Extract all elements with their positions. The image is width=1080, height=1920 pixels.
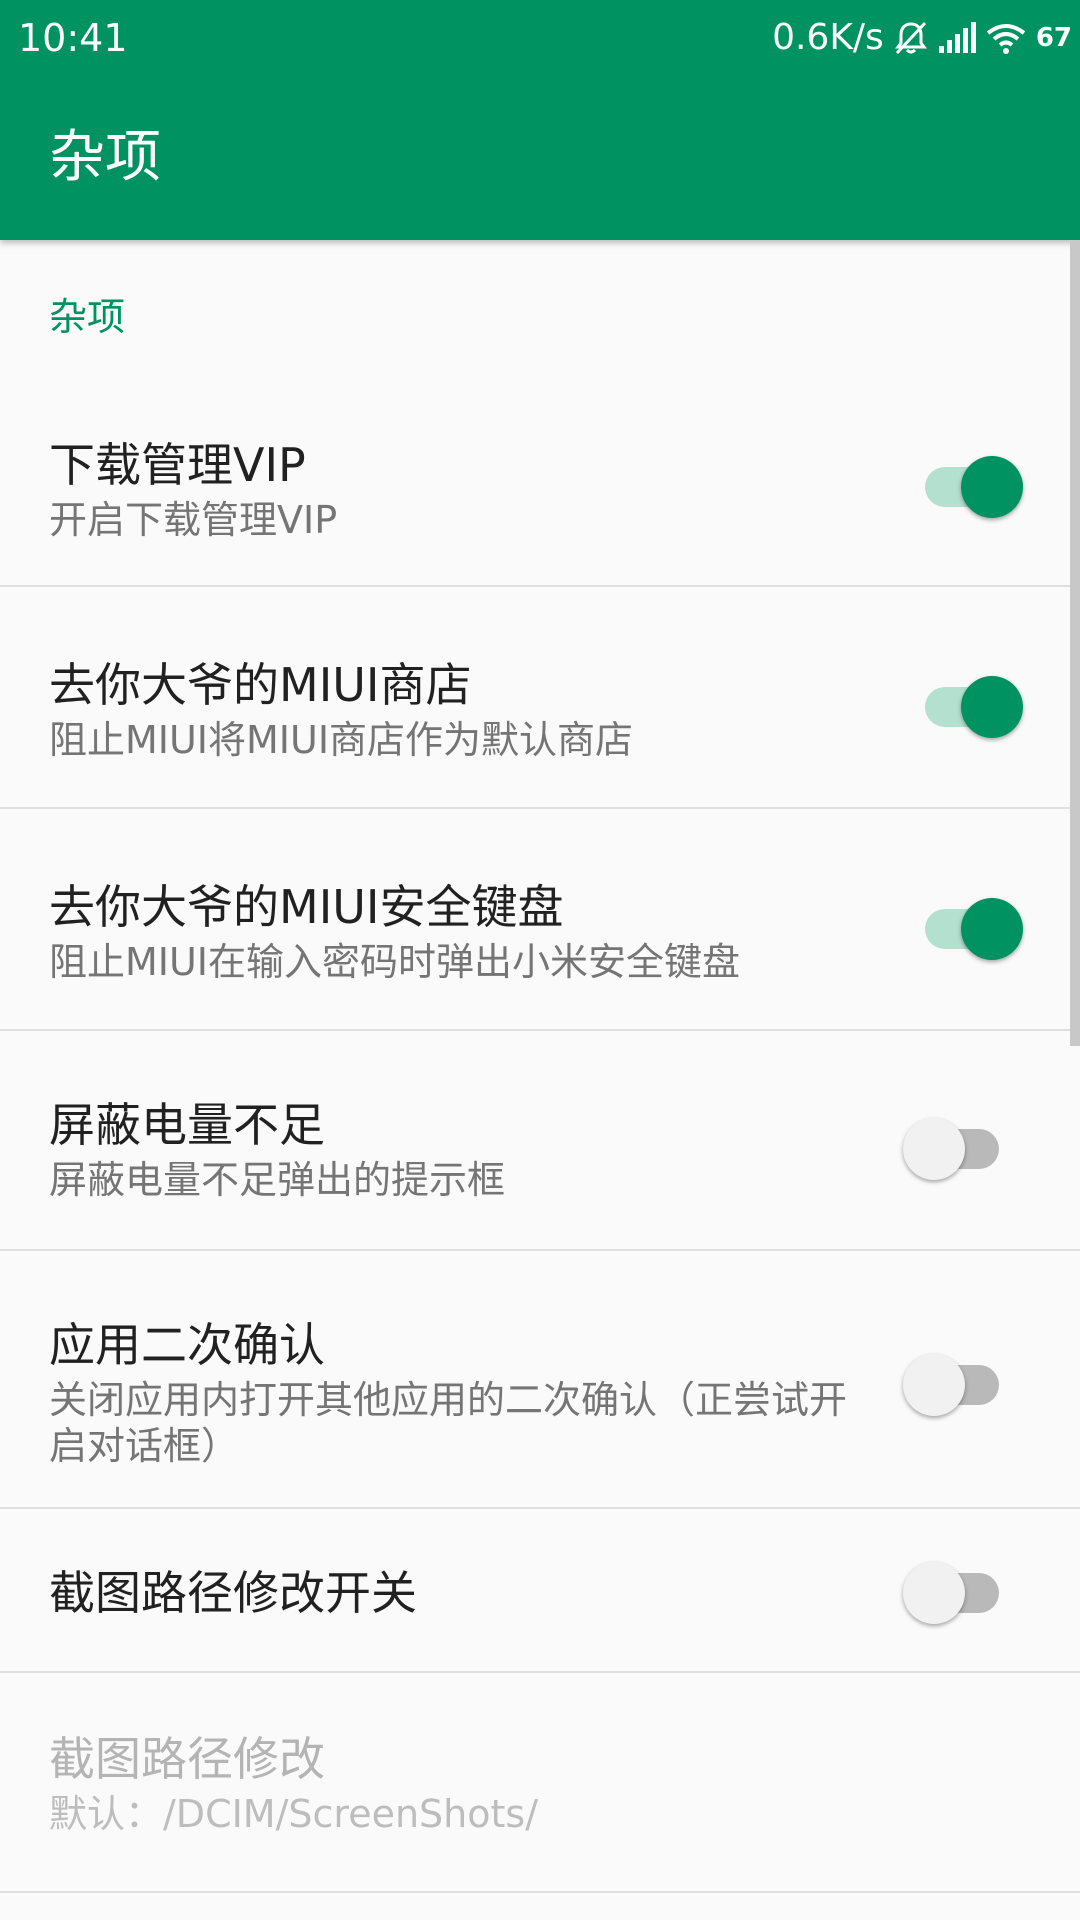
toggle-switch[interactable] (925, 456, 1023, 518)
setting-title: 屏蔽电量不足 (49, 1098, 325, 1152)
toggle-switch[interactable] (903, 1118, 999, 1180)
setting-screenshot-path: 截图路径修改 默认：/DCIM/ScreenShots/ (0, 1673, 1080, 1893)
setting-summary: 关闭应用内打开其他应用的二次确认（正尝试开启对话框） (49, 1378, 848, 1468)
setting-app-second-confirm[interactable]: 应用二次确认 关闭应用内打开其他应用的二次确认（正尝试开启对话框） (0, 1251, 1080, 1509)
network-speed: 0.6K/s (772, 17, 884, 58)
setting-title: 去你大爷的MIUI安全键盘 (49, 880, 564, 934)
status-bar: 10:41 0.6K/s 67 (0, 0, 1080, 76)
toggle-switch[interactable] (925, 676, 1023, 738)
setting-miui-secure-keyboard[interactable]: 去你大爷的MIUI安全键盘 阻止MIUI在输入密码时弹出小米安全键盘 (0, 809, 1080, 1031)
scrollbar[interactable] (1070, 240, 1080, 1046)
signal-icon (938, 22, 976, 54)
switch-thumb (903, 1354, 965, 1416)
settings-list: 杂项 下载管理VIP 开启下载管理VIP 去你大爷的MIUI商店 阻止MIUI将… (0, 240, 1080, 1920)
setting-miui-store[interactable]: 去你大爷的MIUI商店 阻止MIUI将MIUI商店作为默认商店 (0, 587, 1080, 809)
switch-thumb (961, 456, 1023, 518)
status-indicators: 0.6K/s 67 (772, 14, 1072, 62)
setting-summary: 默认：/DCIM/ScreenShots/ (49, 1792, 538, 1836)
setting-title: 截图路径修改开关 (49, 1566, 417, 1620)
toggle-switch[interactable] (925, 898, 1023, 960)
app-bar: 10:41 0.6K/s 67 杂项 (0, 0, 1080, 240)
toggle-switch[interactable] (903, 1354, 999, 1416)
switch-thumb (903, 1562, 965, 1624)
section-header: 杂项 (49, 295, 126, 339)
switch-thumb (903, 1118, 965, 1180)
setting-summary: 阻止MIUI将MIUI商店作为默认商店 (49, 718, 634, 762)
bell-muted-icon (894, 20, 928, 56)
app-title: 杂项 (49, 125, 161, 190)
switch-thumb (961, 898, 1023, 960)
setting-title: 应用二次确认 (49, 1318, 325, 1372)
setting-summary: 开启下载管理VIP (49, 498, 338, 542)
status-time: 10:41 (18, 16, 128, 60)
setting-title: 下载管理VIP (49, 438, 306, 492)
wifi-icon (986, 22, 1026, 54)
setting-summary: 阻止MIUI在输入密码时弹出小米安全键盘 (49, 940, 741, 984)
setting-title: 去你大爷的MIUI商店 (49, 658, 472, 712)
setting-summary: 屏蔽电量不足弹出的提示框 (49, 1158, 506, 1202)
switch-thumb (961, 676, 1023, 738)
setting-screenshot-path-toggle[interactable]: 截图路径修改开关 (0, 1509, 1080, 1673)
setting-block-low-battery[interactable]: 屏蔽电量不足 屏蔽电量不足弹出的提示框 (0, 1031, 1080, 1251)
toggle-switch[interactable] (903, 1562, 999, 1624)
setting-title: 截图路径修改 (49, 1732, 325, 1786)
setting-download-vip[interactable]: 下载管理VIP 开启下载管理VIP (0, 365, 1080, 587)
battery-icon: 67 (1035, 23, 1072, 53)
